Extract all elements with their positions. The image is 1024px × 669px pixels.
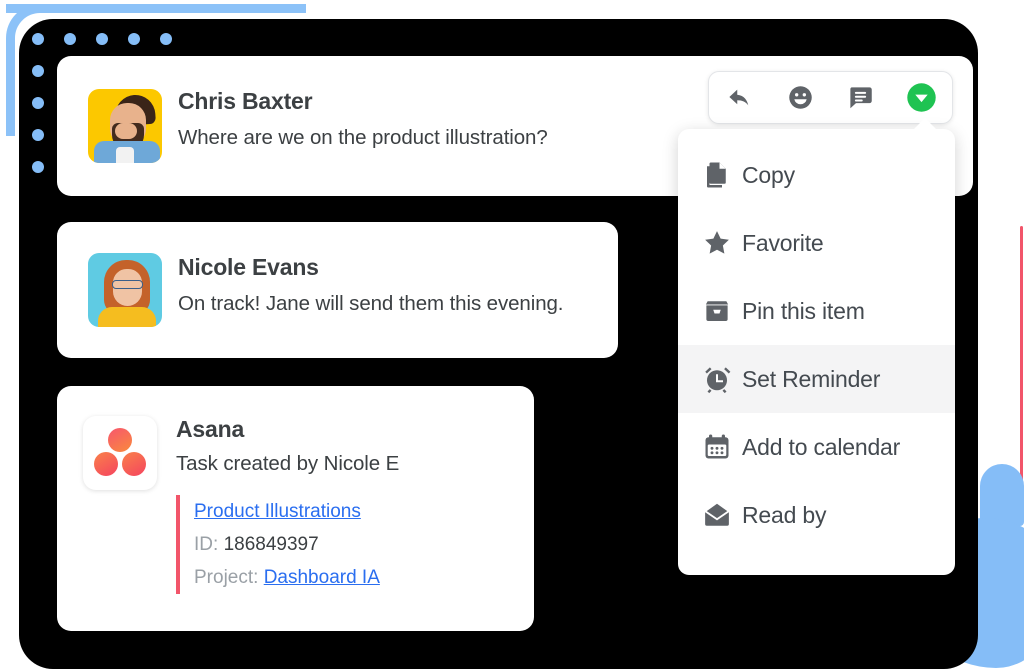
- calendar-icon: [702, 432, 742, 462]
- asana-task-details: Product Illustrations ID: 186849397 Proj…: [176, 495, 380, 594]
- pin-box-icon: [702, 296, 742, 326]
- message-body-text: Where are we on the product illustration…: [178, 126, 548, 149]
- message-sender-name: Nicole Evans: [178, 254, 319, 280]
- menu-item-label: Set Reminder: [742, 365, 881, 392]
- menu-item-pin-this-item[interactable]: Pin this item: [678, 277, 955, 345]
- decor-dot: [128, 33, 140, 45]
- envelope-icon: [702, 500, 742, 530]
- emoji-smiley-icon[interactable]: [780, 78, 820, 118]
- copy-icon: [702, 160, 742, 190]
- message-action-toolbar: [708, 71, 953, 124]
- menu-item-set-reminder[interactable]: Set Reminder: [678, 345, 955, 413]
- screenshot-root: Chris Baxter Where are we on the product…: [0, 0, 1024, 669]
- asana-subtitle: Task created by Nicole E: [176, 452, 400, 475]
- chevron-down-icon[interactable]: [902, 78, 942, 118]
- decor-dot: [96, 33, 108, 45]
- menu-item-favorite[interactable]: Favorite: [678, 209, 955, 277]
- asana-id-label: ID:: [194, 534, 219, 555]
- alarm-clock-icon: [702, 364, 742, 394]
- menu-item-label: Read by: [742, 501, 827, 528]
- decorative-red-line: [1020, 226, 1023, 514]
- asana-project-row: Project: Dashboard IA: [194, 561, 380, 594]
- asana-logo: [83, 416, 157, 490]
- decor-dot: [32, 33, 44, 45]
- decor-dot: [32, 65, 44, 77]
- asana-task-link-row: Product Illustrations: [194, 495, 380, 528]
- decor-dot: [160, 33, 172, 45]
- asana-app-name: Asana: [176, 416, 245, 442]
- menu-item-read-by[interactable]: Read by: [678, 481, 955, 549]
- menu-item-copy[interactable]: Copy: [678, 141, 955, 209]
- menu-item-label: Add to calendar: [742, 433, 901, 460]
- decor-dot: [32, 161, 44, 173]
- decorative-blue-arch: [980, 464, 1024, 526]
- reply-icon[interactable]: [719, 78, 759, 118]
- asana-project-link[interactable]: Dashboard IA: [264, 567, 380, 588]
- avatar-chris-baxter: [88, 89, 162, 163]
- avatar-nicole-evans: [88, 253, 162, 327]
- message-sender-name: Chris Baxter: [178, 88, 313, 114]
- menu-item-add-to-calendar[interactable]: Add to calendar: [678, 413, 955, 481]
- decor-dot: [32, 97, 44, 109]
- asana-task-link[interactable]: Product Illustrations: [194, 501, 361, 522]
- context-dropdown-menu: Copy Favorite Pin this item Set Reminder Add…: [678, 129, 955, 575]
- menu-item-label: Pin this item: [742, 297, 865, 324]
- asana-id-value: 186849397: [223, 534, 319, 555]
- menu-item-label: Copy: [742, 161, 795, 188]
- decor-dot: [64, 33, 76, 45]
- menu-item-label: Favorite: [742, 229, 824, 256]
- comment-bubble-icon[interactable]: [841, 78, 881, 118]
- decor-dot: [32, 129, 44, 141]
- star-icon: [702, 228, 742, 258]
- asana-id-row: ID: 186849397: [194, 528, 380, 561]
- message-card-nicole-evans[interactable]: Nicole Evans On track! Jane will send th…: [57, 222, 618, 358]
- dropdown-pointer: [912, 118, 938, 131]
- message-body-text: On track! Jane will send them this eveni…: [178, 292, 564, 315]
- asana-project-label: Project:: [194, 567, 259, 588]
